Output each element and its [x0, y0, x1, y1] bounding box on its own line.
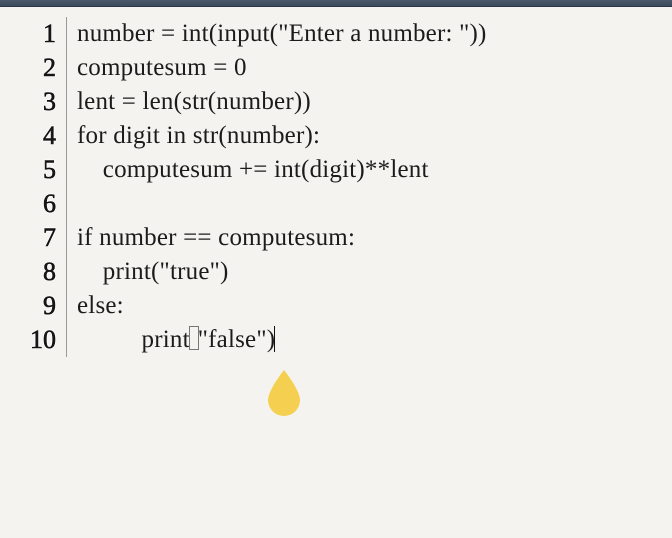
line-number: 1	[0, 19, 66, 49]
line-number: 5	[0, 155, 66, 185]
line-number: 6	[0, 189, 66, 219]
code-text[interactable]: number = int(input("Enter a number: "))	[67, 20, 487, 48]
code-text[interactable]: if number == computesum:	[67, 224, 355, 252]
title-bar	[0, 0, 672, 7]
line-number: 4	[0, 121, 66, 151]
line-number: 9	[0, 291, 66, 321]
code-line: 6	[0, 187, 672, 221]
code-line: 1 number = int(input("Enter a number: ")…	[0, 17, 672, 51]
code-line: 3 lent = len(str(number))	[0, 85, 672, 119]
text-cursor	[274, 326, 275, 352]
code-text[interactable]: for digit in str(number):	[67, 122, 320, 150]
code-line: 2 computesum = 0	[0, 51, 672, 85]
code-fragment: print	[116, 326, 190, 353]
code-text[interactable]: lent = len(str(number))	[67, 88, 311, 116]
code-editor[interactable]: 1 number = int(input("Enter a number: ")…	[0, 7, 672, 357]
code-line: 7 if number == computesum:	[0, 221, 672, 255]
line-number: 10	[0, 325, 66, 355]
code-line: 5 computesum += int(digit)**lent	[0, 153, 672, 187]
code-text[interactable]: computesum = 0	[67, 54, 247, 82]
teardrop-marker-icon	[264, 368, 304, 408]
code-line: 4 for digit in str(number):	[0, 119, 672, 153]
code-line: 10 print "false")	[0, 323, 672, 357]
line-number: 7	[0, 223, 66, 253]
gutter-line	[66, 187, 67, 221]
code-fragment: "false")	[198, 326, 276, 353]
code-text[interactable]: print "false")	[67, 298, 275, 382]
line-number: 8	[0, 257, 66, 287]
code-line: 8 print("true")	[0, 255, 672, 289]
line-number: 2	[0, 53, 66, 83]
code-text[interactable]: computesum += int(digit)**lent	[67, 156, 429, 184]
code-text[interactable]: print("true")	[67, 258, 229, 286]
line-number: 3	[0, 87, 66, 117]
